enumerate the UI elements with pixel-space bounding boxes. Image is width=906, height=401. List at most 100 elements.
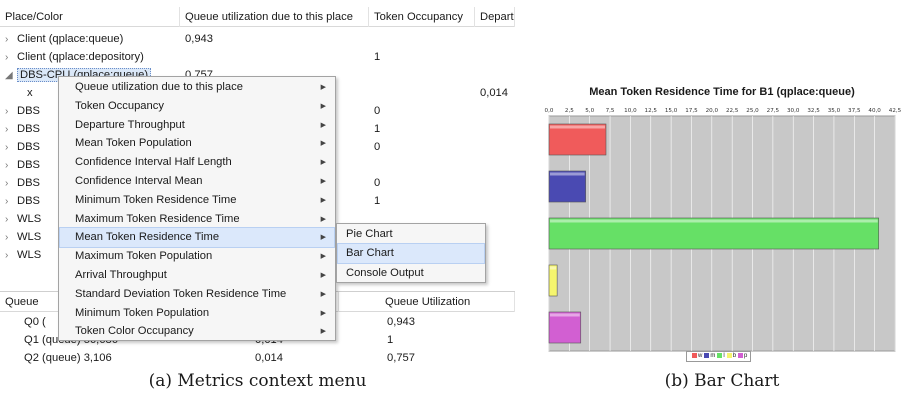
x-tick-label: 17,5 <box>685 108 698 114</box>
row-label: DBS <box>17 195 41 207</box>
queue-cell: 1 <box>387 334 394 346</box>
menu-item-maximum-token-residence-time[interactable]: Maximum Token Residence Time ▶ <box>60 210 334 229</box>
row-label: DBS <box>17 159 41 171</box>
menu-item-confidence-interval-half-length[interactable]: Confidence Interval Half Length ▶ <box>60 153 334 172</box>
expand-arrow-icon[interactable]: › <box>5 175 17 192</box>
expand-arrow-icon[interactable]: › <box>5 229 17 246</box>
column-header-queue-utilization-2[interactable]: Queue Utilization <box>335 292 515 312</box>
menu-item-standard-deviation-token-residence-time[interactable]: Standard Deviation Token Residence Time ▶ <box>60 285 334 304</box>
x-tick-label: 27,5 <box>767 108 780 114</box>
legend-swatch <box>717 352 723 358</box>
row-value: 1 <box>374 51 381 63</box>
submenu-item-pie-chart[interactable]: Pie Chart <box>338 225 484 244</box>
bar-chart: Mean Token Residence Time for B1 (qplace… <box>538 80 906 362</box>
row-value <box>369 156 475 174</box>
bar-highlight <box>550 125 605 129</box>
menu-item-label: Arrival Throughput <box>75 269 167 281</box>
menu-item-label: Maximum Token Population <box>75 250 213 263</box>
x-tick-label: 22,5 <box>726 108 739 114</box>
menu-item-mean-token-population[interactable]: Mean Token Population ▶ <box>60 134 334 153</box>
expanded-arrow-icon[interactable]: ◢ <box>5 67 17 84</box>
row-value <box>369 30 475 48</box>
caption-a: (a) Metrics context menu <box>148 371 367 391</box>
expand-arrow-icon[interactable]: › <box>5 139 17 156</box>
column-header-queue-utilization[interactable]: Queue utilization due to this place <box>180 7 369 27</box>
menu-item-label: Token Color Occupancy <box>75 325 194 338</box>
expand-arrow-icon[interactable]: › <box>5 31 17 48</box>
menu-item-minimum-token-population[interactable]: Minimum Token Population ▶ <box>60 304 334 323</box>
menu-item-label: Confidence Interval Mean <box>75 175 203 187</box>
menu-item-arrival-throughput[interactable]: Arrival Throughput ▶ <box>60 266 334 285</box>
row-name: › Client (qplace:queue) <box>0 30 180 48</box>
menu-item-departure-throughput[interactable]: Departure Throughput ▶ <box>60 116 334 135</box>
column-header-token-occupancy[interactable]: Token Occupancy <box>369 7 475 27</box>
x-tick-label: 7,5 <box>606 108 615 114</box>
row-value <box>475 156 515 174</box>
row-label: DBS <box>17 177 41 189</box>
submenu-arrow-icon: ▶ <box>320 102 326 110</box>
legend-swatch <box>726 352 732 358</box>
menu-item-label: Minimum Token Population <box>75 306 210 319</box>
x-tick-label: 37,5 <box>848 108 861 114</box>
menu-item-minimum-token-residence-time[interactable]: Minimum Token Residence Time ▶ <box>60 191 334 210</box>
column-header-departure[interactable]: Depart <box>475 7 515 27</box>
row-value: 0,014 <box>480 87 508 99</box>
menu-item-label: Minimum Token Residence Time <box>75 193 237 206</box>
legend-label: m <box>710 353 716 359</box>
expand-arrow-icon[interactable]: › <box>5 193 17 210</box>
legend-swatch <box>738 352 744 358</box>
submenu-arrow-icon: ▶ <box>320 328 326 336</box>
table-row[interactable]: › Client (qplace:queue) 0,943 <box>0 30 515 48</box>
menu-item-token-color-occupancy[interactable]: Token Color Occupancy ▶ <box>60 322 334 341</box>
menu-item-label: Departure Throughput <box>75 118 185 131</box>
menu-item-maximum-token-population[interactable]: Maximum Token Population ▶ <box>60 247 334 266</box>
submenu-item-console-output[interactable]: Console Output <box>338 264 484 283</box>
bar-w <box>548 123 607 156</box>
expand-arrow-icon[interactable]: › <box>5 49 17 66</box>
chart-legend: wmlbp <box>686 351 752 362</box>
row-value <box>475 120 515 138</box>
row-label: x <box>27 87 33 99</box>
column-header-place-color[interactable]: Place/Color <box>0 7 180 27</box>
submenu-item-bar-chart[interactable]: Bar Chart <box>337 243 485 265</box>
chart-submenu: Pie Chart Bar Chart Console Output <box>336 223 486 283</box>
menu-item-label: Mean Token Residence Time <box>75 231 220 244</box>
queue-cell: 0,943 <box>387 316 415 328</box>
expand-arrow-icon[interactable]: › <box>5 157 17 174</box>
menu-item-label: Token Occupancy <box>75 99 164 112</box>
bar-highlight <box>550 172 585 176</box>
row-value <box>475 138 515 156</box>
row-value <box>475 48 515 66</box>
expand-arrow-icon[interactable]: › <box>5 121 17 138</box>
menu-item-mean-token-residence-time[interactable]: Mean Token Residence Time ▶ <box>59 227 335 249</box>
menu-item-token-occupancy[interactable]: Token Occupancy ▶ <box>60 97 334 116</box>
submenu-arrow-icon: ▶ <box>320 159 326 167</box>
row-value <box>369 66 475 84</box>
expand-arrow-icon[interactable]: › <box>5 247 17 264</box>
submenu-arrow-icon: ▶ <box>320 215 326 223</box>
expand-arrow-icon[interactable]: › <box>5 103 17 120</box>
table-row[interactable]: › Client (qplace:depository) 1 <box>0 48 515 66</box>
x-tick-label: 15,0 <box>665 108 678 114</box>
submenu-arrow-icon: ▶ <box>320 140 326 148</box>
x-tick-label: 0,0 <box>545 108 554 114</box>
x-tick-label: 5,0 <box>585 108 594 114</box>
row-label: Client (qplace:depository) <box>17 51 144 63</box>
row-label: WLS <box>17 231 42 243</box>
submenu-arrow-icon: ▶ <box>320 253 326 261</box>
submenu-arrow-icon: ▶ <box>320 272 326 279</box>
queue-row[interactable]: Q2 (queue) 3,106 0,014 0,757 <box>0 349 515 367</box>
expand-arrow-icon[interactable]: › <box>5 211 17 228</box>
submenu-arrow-icon: ▶ <box>320 290 326 298</box>
submenu-arrow-icon: ▶ <box>320 196 326 204</box>
submenu-arrow-icon: ▶ <box>320 309 326 317</box>
row-label: Client (qplace:queue) <box>17 33 124 45</box>
row-value <box>180 48 369 66</box>
row-value: 0 <box>374 177 381 189</box>
x-tick-label: 32,5 <box>807 108 820 114</box>
menu-item-confidence-interval-mean[interactable]: Confidence Interval Mean ▶ <box>60 172 334 191</box>
x-tick-label: 30,0 <box>787 108 800 114</box>
submenu-arrow-icon: ▶ <box>320 178 326 185</box>
menu-item-queue-utilization-due-to-this-place[interactable]: Queue utilization due to this place ▶ <box>60 78 334 97</box>
x-tick-label: 35,0 <box>828 108 841 114</box>
